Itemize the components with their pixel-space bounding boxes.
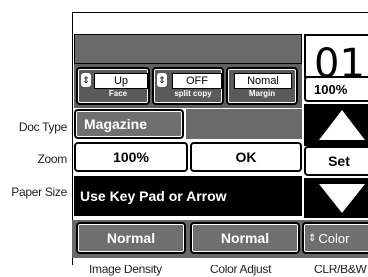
face-value: Up [94,73,148,89]
paper-size-message: Use Key Pad or Arrow [74,176,302,216]
triangle-up-icon [319,110,365,140]
cycle-icon: ⇕ [81,73,91,87]
zoom-label: Zoom [37,152,68,166]
color-adjust-button[interactable]: Normal [190,222,300,254]
doc-type-label: Doc Type [18,120,67,134]
margin-key[interactable]: Nomal Margin [226,67,298,105]
triangle-down-icon [319,184,365,213]
ok-button[interactable]: OK [190,142,302,172]
margin-key-label: Margin [248,89,276,98]
margin-value: Nomal [234,73,292,89]
doc-type-button[interactable]: Magazine [74,109,184,139]
copy-counter-display: 01 [304,34,368,78]
down-arrow-button[interactable] [304,178,368,218]
clr-bw-value: Color [318,230,350,246]
up-arrow-button[interactable] [304,104,368,146]
doc-type-filler [186,109,302,139]
zoom-value-field[interactable]: 100% [74,142,188,172]
face-key[interactable]: ⇕ Up Face [76,67,150,105]
split-copy-key-label: split copy [174,89,212,98]
set-button[interactable]: Set [304,146,368,176]
cycle-icon: ⇕ [308,232,317,244]
cycle-icon: ⇕ [157,73,167,87]
header-bar [74,34,302,64]
image-density-button[interactable]: Normal [76,222,186,254]
copy-counter: 01 [314,41,365,78]
zoom-display: 100% [304,76,368,102]
face-key-label: Face [108,89,128,98]
split-copy-key[interactable]: ⇕ OFF split copy [152,67,224,105]
split-copy-value: OFF [172,73,222,89]
paper-size-label: Paper Size [11,185,67,199]
clr-bw-button[interactable]: ⇕ Color [302,222,368,254]
